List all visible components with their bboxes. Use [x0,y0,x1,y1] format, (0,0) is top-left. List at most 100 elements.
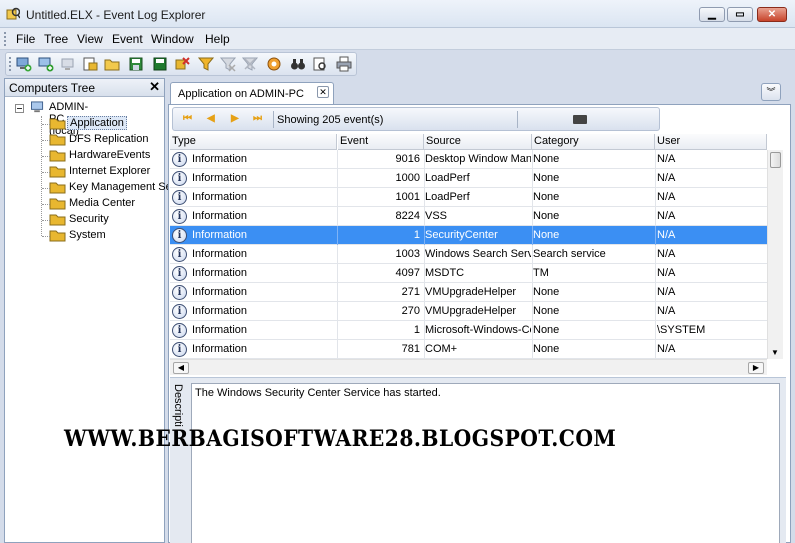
save-icon[interactable] [128,56,144,72]
cell-divider [655,150,656,169]
cell-user: \SYSTEM [657,324,706,336]
menu-file[interactable]: File [14,31,37,47]
tree-item-label: Application [67,116,127,130]
column-header-category[interactable]: Category [532,134,655,150]
open-folder-icon[interactable] [104,56,120,72]
cell-event: 1 [413,229,420,241]
cell-event: 9016 [395,153,420,165]
cell-type: Information [192,153,248,165]
table-row[interactable]: i Information 1 SecurityCenter None N/A [170,226,767,245]
table-row[interactable]: i Information 270 VMUpgradeHelper None N/A [170,302,767,321]
scroll-thumb[interactable] [770,152,781,168]
menu-window[interactable]: Window [149,31,196,47]
tree-item-label: Media Center [69,197,136,209]
column-header-event[interactable]: Event [338,134,424,150]
computers-tree-title: Computers Tree [9,81,96,95]
computer-icon [31,101,44,113]
collapse-toggle[interactable] [15,104,24,113]
cell-type: Information [192,324,248,336]
cell-user: N/A [657,153,676,165]
refresh-icon[interactable] [266,56,282,72]
menu-tree[interactable]: Tree [42,31,70,47]
cell-user: N/A [657,210,676,222]
maximize-button[interactable]: ▭ [727,7,753,22]
cell-source: Microsoft-Windows-Ce [425,324,531,336]
table-row[interactable]: i Information 1003 Windows Search Servi Sear… [170,245,767,264]
table-row[interactable]: i Information 4097 MSDTC TM N/A [170,264,767,283]
folder-icon [49,166,66,178]
cell-divider [655,283,656,302]
scroll-left-icon[interactable]: ◀ [173,362,189,374]
table-row[interactable]: i Information 9016 Desktop Window Mana None N… [170,150,767,169]
cell-user: N/A [657,172,676,184]
menu-view[interactable]: View [75,31,105,47]
tree-connector [42,172,50,173]
app-icon [6,7,20,20]
cell-category: None [533,343,560,355]
table-row[interactable]: i Information 1 Microsoft-Windows-Ce None \SY… [170,321,767,340]
cell-category: Search service [533,248,606,260]
remove-filter-icon[interactable] [242,56,258,72]
cell-divider [337,264,338,283]
open-log-icon[interactable] [82,56,98,72]
next-page-icon[interactable]: ▶ [231,113,245,125]
find-icon[interactable] [290,56,306,72]
table-row[interactable]: i Information 8224 VSS None N/A [170,207,767,226]
close-window-button[interactable]: ✕ [757,7,787,22]
save-as-icon[interactable] [152,56,168,72]
new-computer-icon[interactable] [16,56,32,72]
cell-divider [337,321,338,340]
close-tab-icon[interactable]: ✕ [317,86,329,98]
last-page-icon[interactable]: ⏭ [253,113,267,125]
cell-type: Information [192,343,248,355]
cell-user: N/A [657,343,676,355]
chip-icon[interactable] [573,115,587,124]
cell-event: 1000 [395,172,420,184]
print-preview-icon[interactable] [312,56,328,72]
column-header-source[interactable]: Source [424,134,532,150]
column-header-type[interactable]: Type [170,134,337,150]
cell-category: None [533,153,560,165]
folder-icon [49,198,66,210]
minimize-button[interactable]: ▁ [699,7,725,22]
add-computer-icon[interactable] [38,56,54,72]
cell-divider [337,226,338,245]
close-pane-icon[interactable]: ✕ [149,79,160,95]
cell-divider [655,188,656,207]
table-row[interactable]: i Information 1000 LoadPerf None N/A [170,169,767,188]
clear-log-icon[interactable] [174,56,190,72]
cell-divider [655,226,656,245]
print-icon[interactable] [336,56,352,72]
first-page-icon[interactable]: ⏮ [183,113,197,125]
table-row[interactable]: i Information 271 VMUpgradeHelper None N/A [170,283,767,302]
previous-page-icon[interactable]: ◀ [207,113,221,125]
horizontal-scrollbar[interactable]: ◀ ▶ [170,359,767,375]
menu-event[interactable]: Event [110,31,145,47]
cell-type: Information [192,229,248,241]
filter-icon[interactable] [198,56,214,72]
computers-tree-pane: Computers Tree ✕ ADMIN-PC (local) Applic… [4,78,172,543]
tab-application[interactable]: Application on ADMIN-PC ✕ [170,82,334,104]
information-icon: i [172,247,187,262]
information-icon: i [172,285,187,300]
tree-connector [42,236,50,237]
folder-icon [49,134,66,146]
information-icon: i [172,266,187,281]
description-tab[interactable]: Descripti [170,378,188,543]
cell-divider [655,207,656,226]
information-icon: i [172,323,187,338]
scroll-right-icon[interactable]: ▶ [748,362,764,374]
vertical-scrollbar[interactable]: ▼ [767,150,783,359]
table-row[interactable]: i Information 1001 LoadPerf None N/A [170,188,767,207]
tree-connector [42,188,50,189]
tree-connector [42,204,50,205]
scroll-down-icon[interactable]: ▼ [771,348,779,357]
information-icon: i [172,190,187,205]
menu-help[interactable]: Help [203,31,232,47]
table-row[interactable]: i Information 781 COM+ None N/A [170,340,767,359]
clear-filter-icon[interactable] [220,56,236,72]
maximize-icon: ▭ [735,9,745,20]
tab-list-dropdown-button[interactable]: ︾ [761,83,781,101]
column-header-user[interactable]: User [655,134,767,150]
remove-icon[interactable] [60,56,76,72]
